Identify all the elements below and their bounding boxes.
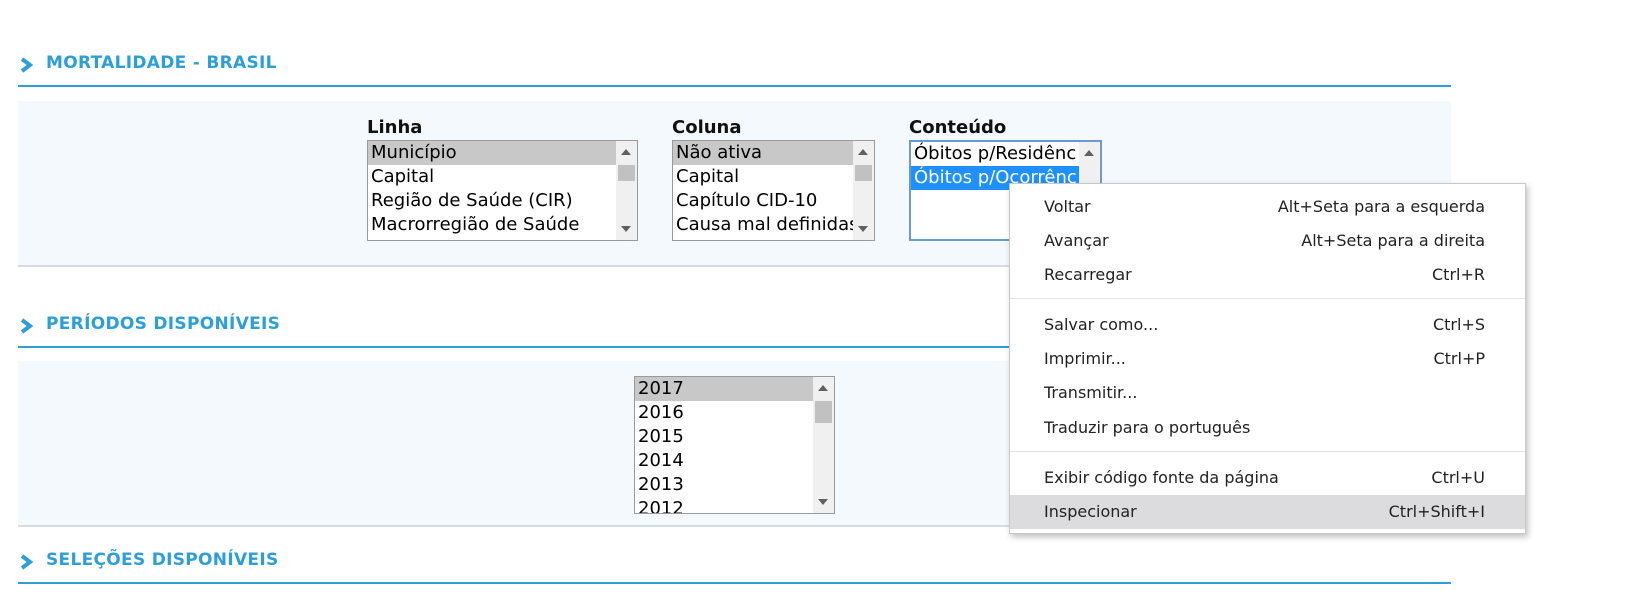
scroll-down-arrow-icon[interactable] [621, 226, 631, 232]
section-header-mortalidade: MORTALIDADE - BRASIL [18, 49, 1451, 87]
coluna-label: Coluna [672, 117, 742, 138]
list-option[interactable]: 2017 [635, 377, 834, 401]
menu-separator [1010, 298, 1525, 299]
context-menu: Voltar Alt+Seta para a esquerda Avançar … [1009, 183, 1526, 534]
periodos-select[interactable]: 2017 2016 2015 2014 2013 2012 [634, 376, 835, 514]
list-option[interactable]: Causa mal definidas [673, 213, 874, 237]
menu-item-shortcut: Ctrl+S [1432, 315, 1485, 334]
linha-label: Linha [367, 117, 423, 138]
menu-item-salvar-como[interactable]: Salvar como... Ctrl+S [1010, 308, 1525, 342]
scrollbar[interactable] [853, 141, 874, 240]
scroll-thumb[interactable] [855, 165, 872, 181]
menu-item-shortcut: Ctrl+U [1431, 468, 1485, 487]
scroll-thumb[interactable] [618, 165, 635, 181]
list-option[interactable]: 2016 [635, 401, 834, 425]
menu-item-label: Recarregar [1044, 265, 1132, 284]
chevron-right-icon [20, 57, 34, 73]
list-option[interactable]: Capítulo CID-10 [673, 189, 874, 213]
menu-item-label: Avançar [1044, 231, 1109, 250]
menu-item-shortcut: Ctrl+Shift+I [1388, 502, 1485, 521]
list-option[interactable]: Macrorregião de Saúde [368, 213, 637, 237]
menu-item-traduzir[interactable]: Traduzir para o português [1010, 411, 1525, 445]
menu-item-label: Voltar [1044, 197, 1091, 216]
list-option[interactable]: 2014 [635, 449, 834, 473]
menu-item-shortcut: Alt+Seta para a esquerda [1277, 197, 1485, 216]
menu-separator [1010, 451, 1525, 452]
scroll-up-arrow-icon[interactable] [621, 149, 631, 155]
menu-item-label: Traduzir para o português [1044, 418, 1251, 437]
scroll-down-arrow-icon[interactable] [818, 499, 828, 505]
menu-item-label: Salvar como... [1044, 315, 1159, 334]
menu-item-transmitir[interactable]: Transmitir... [1010, 376, 1525, 410]
section-title: PERÍODOS DISPONÍVEIS [46, 314, 281, 334]
list-option[interactable]: 2012 [635, 497, 834, 513]
linha-select[interactable]: Município Capital Região de Saúde (CIR) … [367, 140, 638, 241]
menu-item-imprimir[interactable]: Imprimir... Ctrl+P [1010, 342, 1525, 376]
coluna-select[interactable]: Não ativa Capital Capítulo CID-10 Causa … [672, 140, 875, 241]
list-option[interactable]: 2015 [635, 425, 834, 449]
menu-item-label: Imprimir... [1044, 349, 1126, 368]
menu-item-exibir-codigo-fonte[interactable]: Exibir código fonte da página Ctrl+U [1010, 461, 1525, 495]
scroll-up-arrow-icon[interactable] [818, 385, 828, 391]
section-title: MORTALIDADE - BRASIL [46, 53, 277, 73]
scroll-up-arrow-icon[interactable] [1084, 150, 1094, 156]
scrollbar[interactable] [813, 377, 834, 513]
list-option[interactable]: Região de Saúde (CIR) [368, 189, 637, 213]
menu-item-shortcut: Ctrl+P [1433, 349, 1485, 368]
menu-item-voltar[interactable]: Voltar Alt+Seta para a esquerda [1010, 190, 1525, 224]
scroll-up-arrow-icon[interactable] [858, 149, 868, 155]
list-option[interactable]: Município [368, 141, 637, 165]
menu-item-shortcut: Ctrl+R [1432, 265, 1485, 284]
scrollbar[interactable] [616, 141, 637, 240]
menu-item-avancar[interactable]: Avançar Alt+Seta para a direita [1010, 224, 1525, 258]
menu-item-shortcut: Alt+Seta para a direita [1301, 231, 1485, 250]
menu-item-label: Inspecionar [1044, 502, 1137, 521]
section-header-selecoes: SELEÇÕES DISPONÍVEIS [18, 546, 1451, 584]
scroll-thumb[interactable] [815, 401, 832, 423]
scroll-down-arrow-icon[interactable] [858, 226, 868, 232]
list-option[interactable]: Capital [368, 165, 637, 189]
conteudo-label: Conteúdo [909, 117, 1007, 138]
menu-item-recarregar[interactable]: Recarregar Ctrl+R [1010, 258, 1525, 292]
list-option[interactable]: Óbitos p/Residênc [911, 142, 1100, 166]
menu-item-label: Exibir código fonte da página [1044, 468, 1279, 487]
chevron-right-icon [20, 318, 34, 334]
list-option[interactable]: Não ativa [673, 141, 874, 165]
menu-item-label: Transmitir... [1044, 383, 1138, 402]
chevron-right-icon [20, 554, 34, 570]
section-title: SELEÇÕES DISPONÍVEIS [46, 550, 279, 570]
list-option[interactable]: 2013 [635, 473, 834, 497]
list-option[interactable]: Capital [673, 165, 874, 189]
menu-item-inspecionar[interactable]: Inspecionar Ctrl+Shift+I [1010, 495, 1525, 529]
